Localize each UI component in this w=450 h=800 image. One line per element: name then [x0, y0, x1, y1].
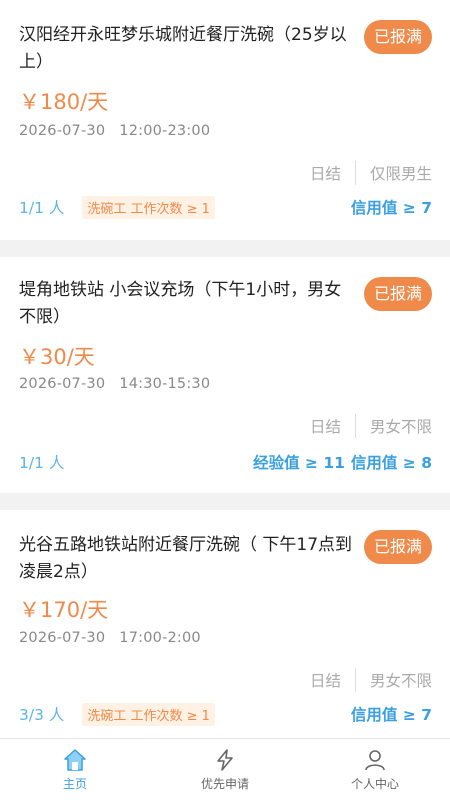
job-time: 14:30-15:30 [119, 376, 211, 392]
job-list-page: 汉阳经开永旺梦乐城附近餐厅洗碗（25岁以上） 已报满 ￥180/天 2026-0… [0, 0, 450, 800]
people-count: 3/3 人 [19, 706, 65, 724]
full-status-badge: 已报满 [364, 20, 432, 54]
nav-profile-label: 个人中心 [350, 776, 399, 791]
full-status-badge: 已报满 [364, 530, 432, 564]
job-time: 17:00-2:00 [119, 630, 201, 646]
tag-divider [354, 668, 356, 692]
job-bottom-row: 1/1 人 洗碗工 工作次数 ≥ 1 信用值 ≥ 7 [19, 195, 432, 219]
job-date: 2026-07-30 [19, 376, 106, 392]
job-title: 堤角地铁站 小会议充场（下午1小时，男女不限） [19, 280, 342, 327]
job-datetime: 2026-07-30 12:00-23:00 [19, 123, 224, 139]
credit-requirement: 信用值 ≥ 8 [350, 454, 432, 472]
nav-home[interactable]: 主页 [0, 739, 150, 800]
gender-tag: 男女不限 [369, 418, 432, 436]
requirement-values: 信用值 ≥ 7 [351, 703, 432, 725]
people-count: 1/1 人 [19, 454, 65, 472]
credit-requirement: 信用值 ≥ 7 [350, 706, 432, 724]
gender-tag: 仅限男生 [369, 165, 432, 183]
job-title: 光谷五路地铁站附近餐厅洗碗（ 下午17点到凌晨2点） [19, 535, 353, 582]
role-requirement-tag: 洗碗工 工作次数 ≥ 1 [82, 702, 215, 726]
experience-requirement: 经验值 ≥ 11 [253, 454, 345, 472]
lightning-icon [217, 748, 233, 771]
bottom-nav: 主页 优先申请 个人中心 [0, 738, 450, 800]
job-date: 2026-07-30 [19, 123, 106, 139]
requirement-values: 信用值 ≥ 7 [351, 196, 432, 218]
gender-tag: 男女不限 [369, 672, 432, 690]
requirement-values: 经验值 ≥ 11 信用值 ≥ 8 [253, 451, 432, 473]
full-status-badge: 已报满 [364, 277, 432, 311]
job-tags: 日结 男女不限 [310, 668, 432, 692]
people-count: 1/1 人 [19, 199, 65, 217]
person-icon [365, 749, 385, 770]
job-time: 12:00-23:00 [119, 123, 211, 139]
tag-divider [354, 161, 356, 185]
job-price: ￥170/天 [19, 598, 109, 622]
job-price: ￥30/天 [19, 345, 95, 369]
nav-priority-apply[interactable]: 优先申请 [150, 739, 300, 800]
pay-type-tag: 日结 [309, 672, 341, 690]
job-datetime: 2026-07-30 17:00-2:00 [19, 630, 215, 646]
job-card[interactable]: 堤角地铁站 小会议充场（下午1小时，男女不限） 已报满 ￥30/天 2026-0… [0, 257, 450, 493]
nav-home-label: 主页 [62, 776, 87, 791]
job-price: ￥180/天 [19, 90, 109, 114]
nav-priority-label: 优先申请 [200, 776, 249, 791]
job-tags: 日结 男女不限 [310, 414, 432, 438]
job-date: 2026-07-30 [19, 630, 106, 646]
job-tags: 日结 仅限男生 [310, 161, 432, 185]
job-card[interactable]: 光谷五路地铁站附近餐厅洗碗（ 下午17点到凌晨2点） 已报满 ￥170/天 20… [0, 510, 450, 738]
nav-profile[interactable]: 个人中心 [300, 739, 450, 800]
job-bottom-row: 1/1 人 经验值 ≥ 11 信用值 ≥ 8 [19, 450, 432, 474]
pay-type-tag: 日结 [309, 165, 341, 183]
job-datetime: 2026-07-30 14:30-15:30 [19, 376, 224, 392]
job-card[interactable]: 汉阳经开永旺梦乐城附近餐厅洗碗（25岁以上） 已报满 ￥180/天 2026-0… [0, 0, 450, 240]
role-requirement-tag: 洗碗工 工作次数 ≥ 1 [82, 195, 215, 219]
tag-divider [354, 414, 356, 438]
pay-type-tag: 日结 [309, 418, 341, 436]
home-icon [64, 748, 86, 771]
job-title: 汉阳经开永旺梦乐城附近餐厅洗碗（25岁以上） [19, 25, 347, 72]
credit-requirement: 信用值 ≥ 7 [350, 199, 432, 217]
job-bottom-row: 3/3 人 洗碗工 工作次数 ≥ 1 信用值 ≥ 7 [19, 702, 432, 726]
